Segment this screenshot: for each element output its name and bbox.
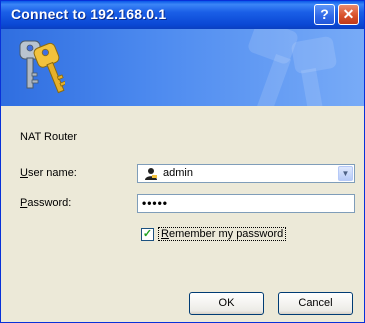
username-value: admin [163, 167, 193, 179]
close-icon: ✕ [342, 6, 355, 22]
username-label: User name: [20, 167, 77, 179]
help-icon: ? [320, 6, 329, 22]
close-button[interactable]: ✕ [338, 4, 359, 25]
window-title: Connect to 192.168.0.1 [11, 6, 167, 22]
combobox-dropdown-button[interactable]: ▼ [338, 166, 353, 181]
checkmark-icon: ✓ [142, 228, 153, 240]
remember-password-label[interactable]: Remember my password [158, 227, 287, 241]
realm-label: NAT Router [20, 131, 78, 143]
keys-icon [19, 40, 65, 94]
chevron-down-icon: ▼ [341, 169, 350, 178]
password-field[interactable]: ••••• [137, 194, 355, 213]
username-combobox[interactable]: admin ▼ [137, 164, 355, 183]
password-label: Password: [20, 197, 72, 209]
remember-password-checkbox[interactable]: ✓ [141, 228, 154, 241]
ok-button[interactable]: OK [189, 292, 264, 315]
user-icon [145, 168, 157, 180]
banner [1, 29, 364, 106]
title-bar[interactable]: Connect to 192.168.0.1 ? ✕ [1, 1, 364, 29]
cancel-button[interactable]: Cancel [278, 292, 353, 315]
password-value: ••••• [142, 196, 169, 210]
login-dialog: Connect to 192.168.0.1 ? ✕ NAT Router Us… [0, 0, 365, 323]
help-button[interactable]: ? [314, 4, 335, 25]
